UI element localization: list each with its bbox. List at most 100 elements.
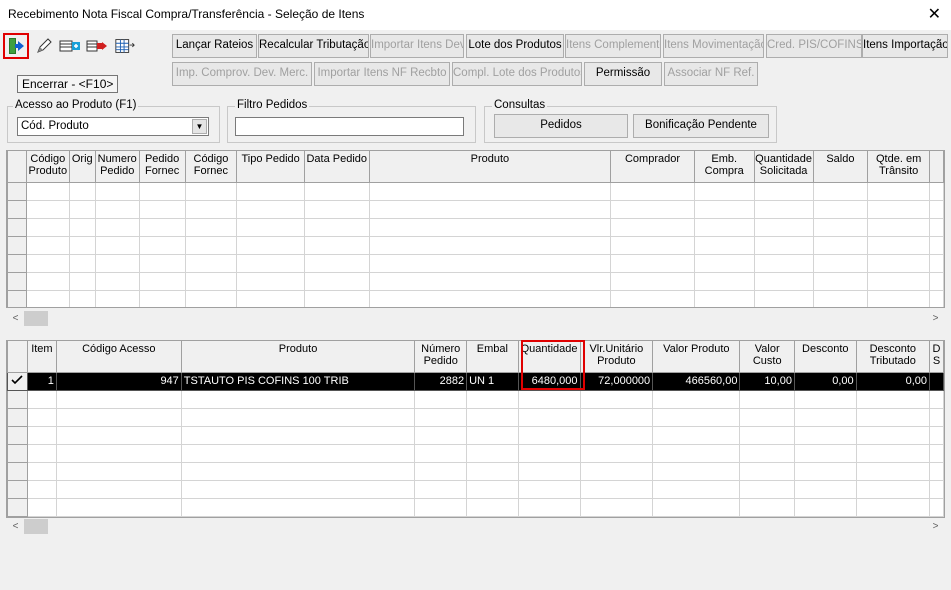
table-cell[interactable] [579, 389, 654, 409]
scroll-thumb[interactable] [24, 519, 48, 534]
row-indicator[interactable] [7, 181, 27, 201]
pedidos-col-header[interactable]: Produto [368, 151, 612, 183]
table-cell[interactable] [855, 461, 931, 481]
table-cell[interactable] [929, 217, 944, 237]
table-cell[interactable] [138, 217, 186, 237]
table-cell[interactable] [303, 289, 370, 307]
table-cell[interactable] [929, 235, 944, 255]
table-cell[interactable] [236, 289, 305, 307]
table-cell[interactable] [610, 253, 695, 273]
itens-col-header[interactable]: Número Pedido [414, 341, 468, 373]
scroll-left-icon[interactable]: < [7, 518, 24, 535]
toolbar-row1-button-1[interactable]: Recalcular Tributação [258, 34, 369, 58]
row-indicator[interactable] [7, 425, 28, 445]
table-cell[interactable] [812, 271, 869, 291]
table-cell[interactable] [855, 443, 931, 463]
table-cell[interactable] [929, 497, 944, 517]
table-cell[interactable] [812, 235, 869, 255]
table-cell[interactable] [68, 289, 96, 307]
table-cell[interactable] [303, 253, 370, 273]
table-row[interactable] [7, 407, 944, 427]
table-cell[interactable] [652, 407, 741, 427]
toolbar-row2-button-3[interactable]: Permissão [584, 62, 662, 86]
table-cell[interactable] [466, 425, 519, 445]
itens-col-header[interactable]: Embal [466, 341, 519, 373]
table-cell[interactable] [579, 497, 654, 517]
table-cell[interactable] [55, 461, 182, 481]
table-cell[interactable] [517, 407, 581, 427]
table-cell[interactable] [793, 461, 857, 481]
table-cell[interactable] [610, 271, 695, 291]
table-cell[interactable] [693, 235, 755, 255]
table-cell[interactable] [303, 181, 370, 201]
table-cell[interactable] [184, 253, 238, 273]
table-cell[interactable] [753, 271, 814, 291]
table-row[interactable] [7, 181, 944, 201]
checkmark-icon[interactable] [7, 371, 28, 391]
table-cell[interactable] [855, 497, 931, 517]
pencil-icon[interactable] [32, 34, 56, 58]
table-row[interactable] [7, 217, 944, 237]
table-row[interactable] [7, 425, 944, 445]
table-cell[interactable] [867, 199, 930, 219]
bonificacao-pendente-button[interactable]: Bonificação Pendente [633, 114, 769, 138]
row-indicator[interactable] [7, 461, 28, 481]
row-indicator[interactable] [7, 199, 27, 219]
pedidos-hscrollbar[interactable]: < > [7, 310, 944, 327]
table-cell[interactable] [929, 253, 944, 273]
itens-col-header[interactable]: Código Acesso [55, 341, 182, 373]
table-cell[interactable] [25, 289, 70, 307]
table-cell[interactable] [94, 181, 140, 201]
table-cell[interactable] [68, 271, 96, 291]
table-cell[interactable] [793, 389, 857, 409]
table-cell[interactable] [138, 289, 186, 307]
table-cell[interactable] [517, 425, 581, 445]
table-cell[interactable] [867, 181, 930, 201]
pedidos-col-header[interactable]: Quantidade Solicitada [753, 151, 814, 183]
table-cell[interactable] [414, 479, 468, 499]
table-cell[interactable] [466, 461, 519, 481]
table-cell[interactable] [25, 235, 70, 255]
itens-hscrollbar[interactable]: < > [7, 518, 944, 535]
acesso-produto-select[interactable]: Cód. Produto ▼ [17, 117, 209, 136]
exit-door-icon[interactable] [3, 33, 29, 59]
table-cell[interactable] [94, 235, 140, 255]
table-cell[interactable] [303, 217, 370, 237]
row-indicator[interactable] [7, 217, 27, 237]
pedidos-col-header[interactable]: Data Pedido [303, 151, 370, 183]
table-cell[interactable] [579, 461, 654, 481]
add-record-icon[interactable] [58, 34, 82, 58]
table-cell[interactable] [652, 497, 741, 517]
table-cell[interactable] [368, 217, 612, 237]
table-cell[interactable] [466, 443, 519, 463]
table-row[interactable] [7, 235, 944, 255]
table-cell[interactable] [812, 181, 869, 201]
pedidos-col-header[interactable]: Pedido Fornec [138, 151, 186, 183]
close-icon[interactable]: ✕ [928, 4, 941, 24]
table-cell[interactable] [236, 253, 305, 273]
table-cell[interactable] [739, 479, 795, 499]
row-indicator[interactable] [7, 289, 27, 307]
itens-col-header[interactable]: Valor Custo [739, 341, 795, 373]
cell-item[interactable]: 1 [26, 371, 57, 391]
cell-valor-custo[interactable]: 10,00 [739, 371, 795, 391]
table-cell[interactable] [26, 497, 57, 517]
table-cell[interactable] [180, 389, 416, 409]
table-cell[interactable] [929, 199, 944, 219]
scroll-right-icon[interactable]: > [927, 310, 944, 327]
table-cell[interactable] [25, 253, 70, 273]
table-cell[interactable] [184, 199, 238, 219]
row-indicator[interactable] [7, 389, 28, 409]
scroll-thumb[interactable] [24, 311, 48, 326]
toolbar-row1-button-6[interactable]: Cred. PIS/COFINS [766, 34, 862, 58]
table-cell[interactable] [855, 425, 931, 445]
table-cell[interactable] [929, 443, 944, 463]
table-cell[interactable] [26, 461, 57, 481]
table-cell[interactable] [579, 407, 654, 427]
table-cell[interactable] [94, 271, 140, 291]
table-cell[interactable] [793, 479, 857, 499]
table-cell[interactable] [303, 199, 370, 219]
table-cell[interactable] [867, 253, 930, 273]
table-row[interactable] [7, 389, 944, 409]
table-cell[interactable] [652, 443, 741, 463]
